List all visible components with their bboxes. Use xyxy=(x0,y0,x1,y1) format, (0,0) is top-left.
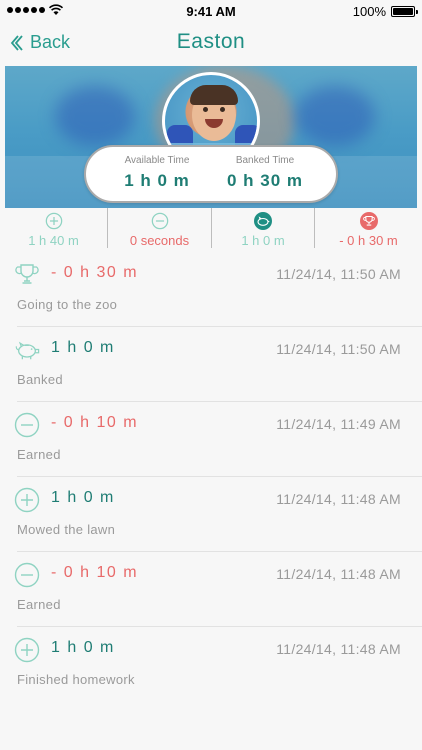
minus-circle-icon xyxy=(151,212,168,230)
trophy-icon xyxy=(359,212,378,230)
piggy-bank-icon xyxy=(15,341,40,360)
entry-amount: - 0 h 30 m xyxy=(51,264,139,281)
entry-amount: 1 h 0 m xyxy=(51,639,115,656)
list-item[interactable]: - 0 h 10 m 11/24/14, 11:48 AM Earned xyxy=(0,552,422,627)
summary-redeemed[interactable]: - 0 h 30 m xyxy=(315,208,422,252)
trophy-icon xyxy=(15,264,39,284)
battery-icon xyxy=(391,6,418,17)
summary-redeemed-value: - 0 h 30 m xyxy=(339,233,398,248)
battery-percentage: 100% xyxy=(352,4,386,19)
banked-time: Banked Time 0 h 30 m xyxy=(210,155,320,191)
entry-note: Going to the zoo xyxy=(17,297,118,312)
available-time-label: Available Time xyxy=(124,155,190,166)
list-item[interactable]: 1 h 0 m 11/24/14, 11:48 AM Mowed the law… xyxy=(0,477,422,552)
summary-earned-value: 1 h 40 m xyxy=(28,233,79,248)
entry-note: Earned xyxy=(17,447,61,462)
banked-time-value: 0 h 30 m xyxy=(226,171,304,190)
available-time: Available Time 1 h 0 m xyxy=(102,155,212,191)
entry-date: 11/24/14, 11:48 AM xyxy=(276,566,401,582)
entry-amount: - 0 h 10 m xyxy=(51,564,139,581)
banked-time-label: Banked Time xyxy=(235,155,295,166)
summary-banked-value: 1 h 0 m xyxy=(241,233,285,248)
entry-date: 11/24/14, 11:50 AM xyxy=(276,266,401,282)
piggy-bank-icon xyxy=(254,212,272,230)
time-balance-card: Available Time 1 h 0 m Banked Time 0 h 3… xyxy=(84,145,338,203)
plus-circle-icon xyxy=(14,487,40,513)
entry-note: Earned xyxy=(17,597,61,612)
entry-date: 11/24/14, 11:49 AM xyxy=(276,416,401,432)
entry-amount: 1 h 0 m xyxy=(51,339,115,356)
entry-date: 11/24/14, 11:48 AM xyxy=(276,491,401,507)
navigation-bar: Back Easton xyxy=(0,22,422,66)
entry-amount: - 0 h 10 m xyxy=(51,414,139,431)
page-title: Easton xyxy=(176,30,246,53)
entry-note: Mowed the lawn xyxy=(17,522,116,537)
history-list: - 0 h 30 m 11/24/14, 11:50 AM Going to t… xyxy=(0,252,422,702)
plus-circle-icon xyxy=(45,212,62,230)
summary-earned[interactable]: 1 h 40 m xyxy=(0,208,107,252)
plus-circle-icon xyxy=(14,637,40,663)
summary-banked[interactable]: 1 h 0 m xyxy=(212,208,314,252)
summary-spent[interactable]: 0 seconds xyxy=(108,208,211,252)
entry-date: 11/24/14, 11:50 AM xyxy=(276,341,401,357)
list-item[interactable]: - 0 h 30 m 11/24/14, 11:50 AM Going to t… xyxy=(0,252,422,327)
list-item[interactable]: - 0 h 10 m 11/24/14, 11:49 AM Earned xyxy=(0,402,422,477)
summary-bar: 1 h 40 m 0 seconds 1 h 0 m - 0 h 30 m xyxy=(0,208,422,252)
minus-circle-icon xyxy=(14,412,40,438)
entry-note: Finished homework xyxy=(17,672,135,687)
entry-amount: 1 h 0 m xyxy=(51,489,115,506)
minus-circle-icon xyxy=(14,562,40,588)
status-bar: 9:41 AM 100% xyxy=(0,0,422,22)
available-time-value: 1 h 0 m xyxy=(124,171,190,190)
entry-note: Banked xyxy=(17,372,63,387)
summary-spent-value: 0 seconds xyxy=(129,233,190,248)
list-item[interactable]: 1 h 0 m 11/24/14, 11:48 AM Finished home… xyxy=(0,627,422,702)
entry-date: 11/24/14, 11:48 AM xyxy=(276,641,401,657)
list-item[interactable]: 1 h 0 m 11/24/14, 11:50 AM Banked xyxy=(0,327,422,402)
